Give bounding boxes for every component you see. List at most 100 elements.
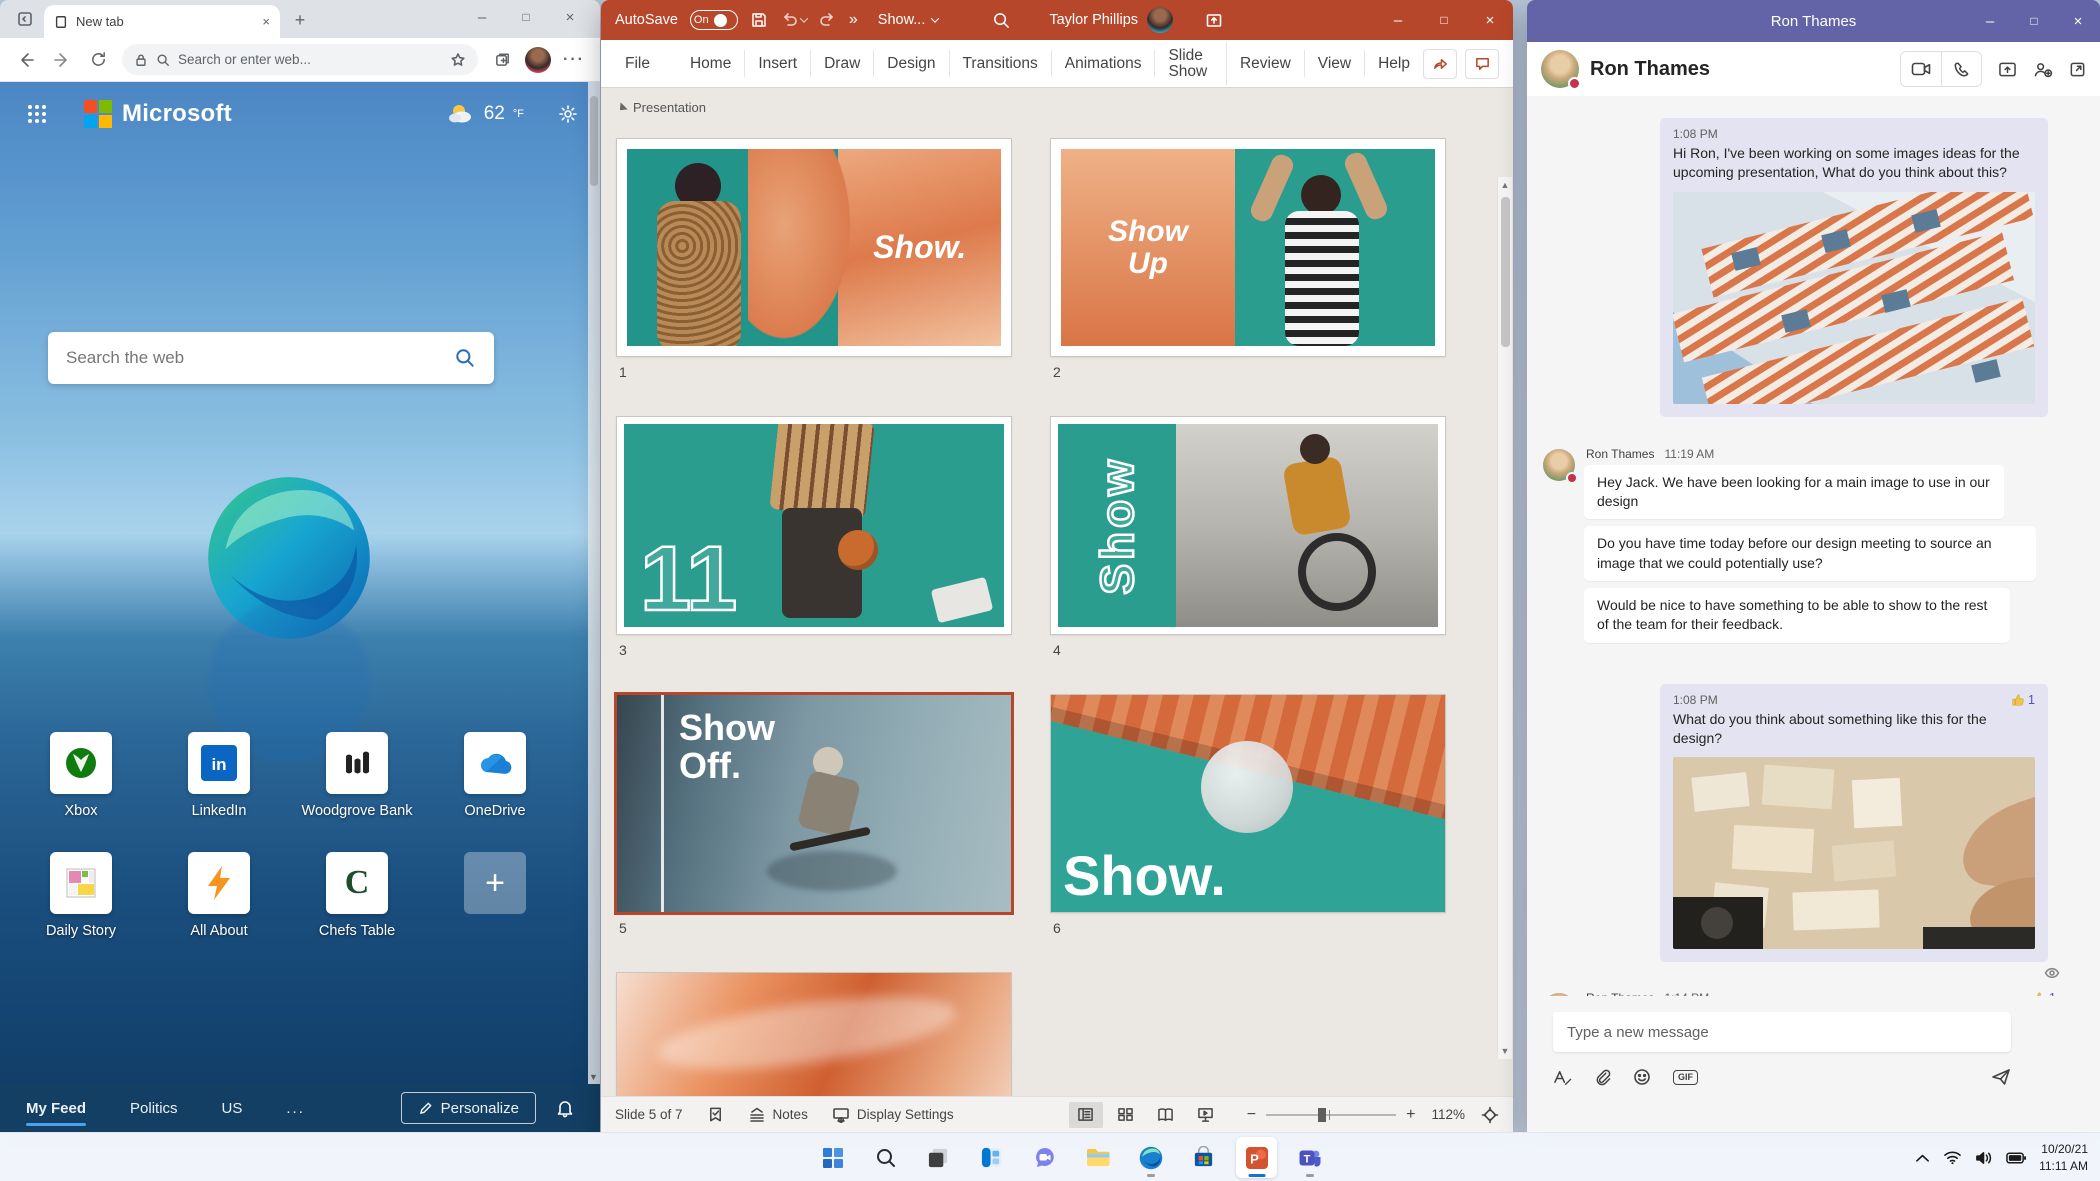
received-message[interactable]: Do you have time today before our design… [1584, 526, 2036, 581]
wifi-icon[interactable] [1943, 1150, 1962, 1165]
zoom-slider[interactable] [1266, 1114, 1396, 1116]
tab-view[interactable]: View [1305, 50, 1365, 78]
widgets-icon[interactable] [971, 1137, 1012, 1178]
ppt-search-icon[interactable] [992, 11, 1011, 30]
add-people-button[interactable] [2033, 61, 2053, 78]
tab-actions-icon[interactable] [10, 4, 40, 34]
start-button[interactable] [812, 1137, 853, 1178]
battery-icon[interactable] [2006, 1152, 2026, 1164]
building-photo-attachment[interactable] [1673, 192, 2035, 404]
ppt-minimize-button[interactable]: – [1375, 0, 1421, 40]
video-call-button[interactable] [1901, 52, 1941, 86]
autosave-toggle[interactable]: On [690, 10, 738, 30]
shortcut-onedrive[interactable]: OneDrive [426, 732, 564, 819]
sender-avatar[interactable] [1543, 449, 1575, 481]
scroll-down-arrow[interactable]: ▼ [589, 1072, 598, 1082]
personalize-button[interactable]: Personalize [401, 1092, 536, 1124]
reading-view-button[interactable] [1149, 1102, 1183, 1128]
taskbar-search-icon[interactable] [865, 1137, 906, 1178]
slide-thumbnail-5-selected[interactable]: Show Off. [617, 695, 1011, 912]
more-menu-icon[interactable]: ··· [558, 44, 590, 76]
emoji-icon[interactable] [1633, 1068, 1651, 1086]
format-icon[interactable] [1553, 1069, 1572, 1086]
contact-avatar[interactable] [1541, 50, 1579, 88]
scroll-up-arrow[interactable]: ▲ [1498, 180, 1512, 190]
model-photo-attachment[interactable] [1673, 757, 2035, 949]
teams-close-button[interactable]: × [2056, 0, 2100, 42]
zoom-level[interactable]: 112% [1431, 1107, 1465, 1122]
slide-thumbnail-4[interactable]: Show [1051, 417, 1445, 634]
feed-tab-us[interactable]: US [222, 1100, 243, 1117]
fit-to-window-icon[interactable] [1481, 1106, 1499, 1124]
tab-review[interactable]: Review [1227, 50, 1305, 78]
sent-message-1[interactable]: 1:08 PM Hi Ron, I've been working on som… [1660, 118, 2048, 417]
slide-thumbnail-7[interactable] [617, 973, 1011, 1096]
message-input[interactable] [1553, 1012, 2011, 1052]
send-message-icon[interactable] [1991, 1068, 2011, 1086]
notifications-bell-icon[interactable] [556, 1099, 574, 1118]
slideshow-view-button[interactable] [1189, 1102, 1223, 1128]
weather-widget[interactable]: 62°F [446, 103, 524, 125]
edge-maximize-button[interactable]: □ [504, 0, 548, 34]
teams-maximize-button[interactable]: □ [2012, 0, 2056, 42]
file-explorer-icon[interactable] [1077, 1137, 1118, 1178]
tab-insert[interactable]: Insert [745, 50, 811, 78]
search-input[interactable] [66, 348, 454, 368]
scroll-down-arrow[interactable]: ▼ [1498, 1046, 1512, 1056]
browser-tab-active[interactable]: New tab × [44, 5, 280, 38]
slide-thumbnail-2[interactable]: Show Up [1051, 139, 1445, 356]
notes-button[interactable]: Notes [748, 1107, 808, 1123]
tab-help[interactable]: Help [1365, 50, 1423, 78]
feed-tab-more[interactable]: ... [286, 1100, 305, 1117]
shortcut-woodgrove-bank[interactable]: Woodgrove Bank [288, 732, 426, 819]
tab-close-icon[interactable]: × [262, 14, 270, 29]
received-message[interactable]: Hey Jack. We have been looking for a mai… [1584, 465, 2004, 520]
shortcut-chefs-table[interactable]: C Chefs Table [288, 852, 426, 939]
web-search-box[interactable] [48, 332, 494, 384]
tab-home[interactable]: Home [677, 50, 745, 78]
chat-icon[interactable] [1024, 1137, 1065, 1178]
thumbs-up-reaction[interactable]: 1 [2011, 693, 2035, 707]
ppt-close-button[interactable]: × [1467, 0, 1513, 40]
address-bar[interactable]: Search or enter web... [122, 44, 478, 75]
comments-button[interactable] [1465, 49, 1499, 79]
shortcut-linkedin[interactable]: in LinkedIn [150, 732, 288, 819]
audio-call-button[interactable] [1941, 52, 1981, 86]
toolbar-overflow-icon[interactable]: » [849, 11, 858, 29]
feed-tab-politics[interactable]: Politics [130, 1100, 178, 1117]
gif-picker-button[interactable]: GIF [1673, 1070, 1698, 1085]
attach-file-icon[interactable] [1594, 1068, 1611, 1086]
settings-gear-icon[interactable] [558, 104, 578, 124]
edge-close-button[interactable]: × [548, 0, 592, 34]
task-view-icon[interactable] [918, 1137, 959, 1178]
slide-thumbnail-6[interactable]: Show. [1051, 695, 1445, 912]
tab-transitions[interactable]: Transitions [950, 50, 1052, 78]
save-button[interactable] [750, 11, 768, 29]
teams-minimize-button[interactable]: – [1968, 0, 2012, 42]
forward-button[interactable] [46, 44, 78, 76]
ppt-maximize-button[interactable]: □ [1421, 0, 1467, 40]
undo-button[interactable] [780, 11, 807, 29]
volume-icon[interactable] [1975, 1150, 1993, 1166]
taskbar-teams-icon[interactable]: T [1289, 1137, 1330, 1178]
edge-minimize-button[interactable]: – [460, 0, 504, 34]
received-message[interactable]: Would be nice to have something to be ab… [1584, 588, 2010, 643]
display-settings-button[interactable]: Display Settings [832, 1107, 954, 1123]
favorite-star-icon[interactable] [450, 52, 466, 68]
new-tab-button[interactable]: + [286, 6, 314, 34]
undo-dropdown-icon[interactable] [800, 14, 808, 22]
redo-button[interactable] [819, 11, 837, 29]
taskbar-powerpoint-icon[interactable]: P [1236, 1137, 1277, 1178]
refresh-button[interactable] [82, 44, 114, 76]
feed-tab-my-feed[interactable]: My Feed [26, 1100, 86, 1117]
collections-icon[interactable] [486, 44, 518, 76]
popout-chat-button[interactable] [2069, 61, 2086, 78]
shortcut-daily-story[interactable]: Daily Story [12, 852, 150, 939]
shortcut-all-about[interactable]: All About [150, 852, 288, 939]
zoom-out-button[interactable]: − [1247, 1106, 1256, 1124]
hidden-icons-chevron[interactable] [1915, 1153, 1930, 1163]
tab-draw[interactable]: Draw [811, 50, 874, 78]
share-to-teams-icon[interactable] [1205, 11, 1223, 29]
slide-sorter-view-button[interactable] [1109, 1102, 1143, 1128]
microsoft-store-icon[interactable] [1183, 1137, 1224, 1178]
